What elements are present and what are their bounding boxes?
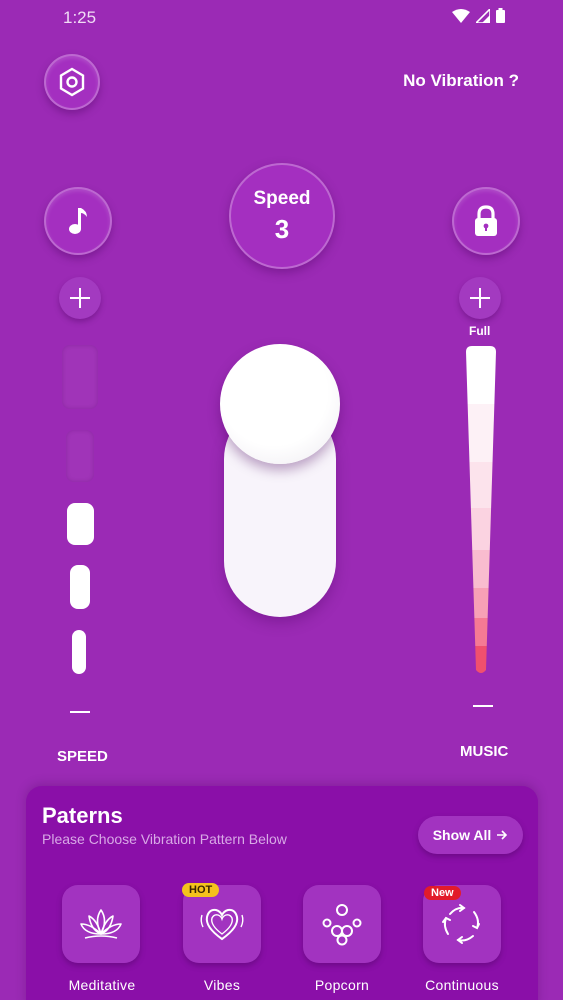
speed-label: Speed <box>253 187 311 209</box>
hot-badge: HOT <box>182 883 220 897</box>
lock-button[interactable] <box>452 187 520 255</box>
music-increase-button[interactable] <box>459 277 501 319</box>
music-button[interactable] <box>44 187 112 255</box>
popcorn-icon <box>322 904 362 946</box>
music-caption: MUSIC <box>460 743 509 760</box>
show-all-button[interactable]: Show All <box>418 816 523 854</box>
music-full-label: Full <box>469 324 491 338</box>
music-decrease-button[interactable] <box>473 705 493 707</box>
patterns-title: Paterns <box>42 803 123 828</box>
pattern-meditative[interactable] <box>62 885 140 963</box>
lotus-icon <box>80 909 122 939</box>
pattern-label-continuous: Continuous <box>425 977 499 993</box>
pattern-label-meditative: Meditative <box>68 977 136 993</box>
battery-icon <box>496 8 505 23</box>
pattern-label-popcorn: Popcorn <box>314 977 370 993</box>
patterns-subtitle: Please Choose Vibration Pattern Below <box>42 831 287 847</box>
lock-icon <box>475 205 497 236</box>
speed-value: 3 <box>274 213 290 244</box>
pattern-popcorn[interactable] <box>303 885 381 963</box>
speed-decrease-button[interactable] <box>70 711 90 713</box>
speed-level-4[interactable] <box>66 430 94 482</box>
status-time: 1:25 <box>63 8 97 27</box>
plus-icon <box>470 288 490 308</box>
speed-level-1[interactable] <box>72 630 86 674</box>
settings-hexagon-icon <box>59 67 85 97</box>
speed-increase-button[interactable] <box>59 277 101 319</box>
new-badge: New <box>424 886 461 900</box>
plus-icon <box>70 288 90 308</box>
wifi-icon <box>452 8 470 23</box>
heart-icon <box>200 908 244 941</box>
settings-button[interactable] <box>44 54 100 110</box>
music-level-bar <box>466 346 496 673</box>
show-all-label: Show All <box>432 827 492 843</box>
speed-level-5[interactable] <box>62 345 98 409</box>
speed-slider-knob[interactable] <box>220 344 340 464</box>
music-note-icon <box>69 208 87 234</box>
no-vibration-link[interactable]: No Vibration ? <box>403 71 519 91</box>
loop-icon <box>442 904 480 944</box>
status-icons <box>452 8 505 23</box>
speed-caption: SPEED <box>57 748 108 765</box>
speed-level-2[interactable] <box>70 565 90 609</box>
pattern-label-vibes: Vibes <box>203 977 241 993</box>
arrow-right-icon <box>497 830 508 840</box>
speed-level-3[interactable] <box>67 503 94 545</box>
speed-indicator: Speed 3 <box>229 163 335 269</box>
signal-icon <box>476 8 490 23</box>
